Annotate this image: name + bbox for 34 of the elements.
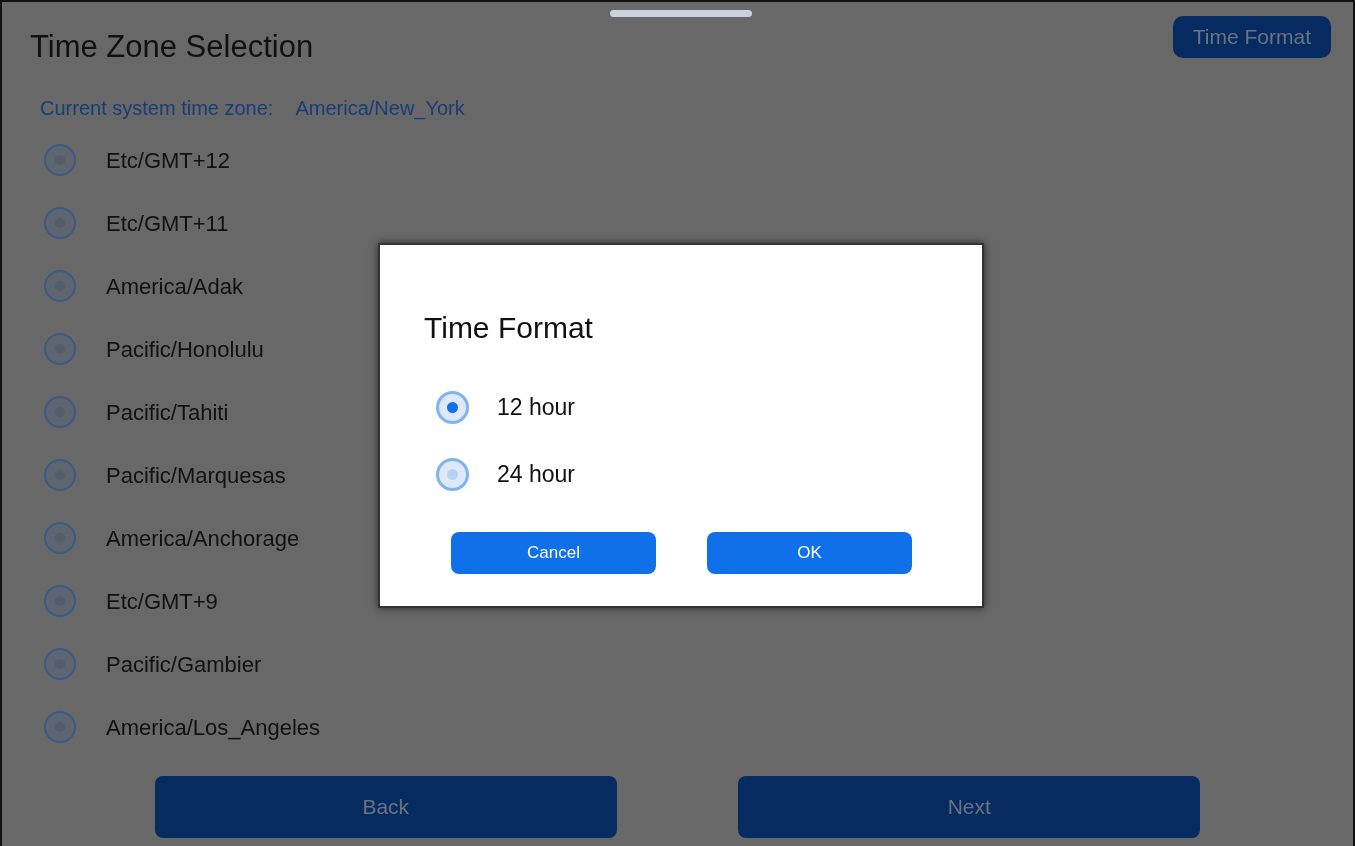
zone-label[interactable]: Etc/GMT+11 [106,206,229,240]
zone-label[interactable]: Etc/GMT+9 [106,584,218,618]
radio-button[interactable] [436,391,469,424]
radio-button[interactable] [44,459,76,491]
radio-button[interactable] [44,522,76,554]
radio-button[interactable] [44,396,76,428]
drag-handle[interactable] [610,10,752,17]
time-format-button[interactable]: Time Format [1172,16,1331,58]
radio-button[interactable] [44,585,76,617]
radio-button[interactable] [44,711,76,743]
dialog-title: Time Format [424,310,594,346]
zone-label[interactable]: America/Anchorage [106,521,300,555]
zone-label[interactable]: Pacific/Honolulu [106,332,264,366]
radio-button[interactable] [44,144,76,176]
zone-label[interactable]: Pacific/Marquesas [106,458,286,492]
current-zone-label: Current system time zone: [40,95,274,121]
back-button[interactable]: Back [154,776,617,838]
zone-label[interactable]: America/Los_Angeles [106,710,320,744]
radio-button[interactable] [44,333,76,365]
radio-button[interactable] [44,648,76,680]
ok-button[interactable]: OK [707,532,912,574]
zone-label[interactable]: Etc/GMT+12 [106,143,231,177]
radio-button[interactable] [44,270,76,302]
zone-label[interactable]: Pacific/Tahiti [106,395,229,429]
current-zone-value: America/New_York [295,95,465,122]
next-button[interactable]: Next [738,776,1201,838]
radio-button[interactable] [436,458,469,491]
page-title: Time Zone Selection [30,28,314,66]
option-label[interactable]: 24 hour [497,457,575,492]
zone-label[interactable]: America/Adak [106,269,243,303]
radio-button[interactable] [44,207,76,239]
option-label[interactable]: 12 hour [497,390,575,425]
cancel-button[interactable]: Cancel [451,532,656,574]
zone-label[interactable]: Pacific/Gambier [106,647,262,681]
